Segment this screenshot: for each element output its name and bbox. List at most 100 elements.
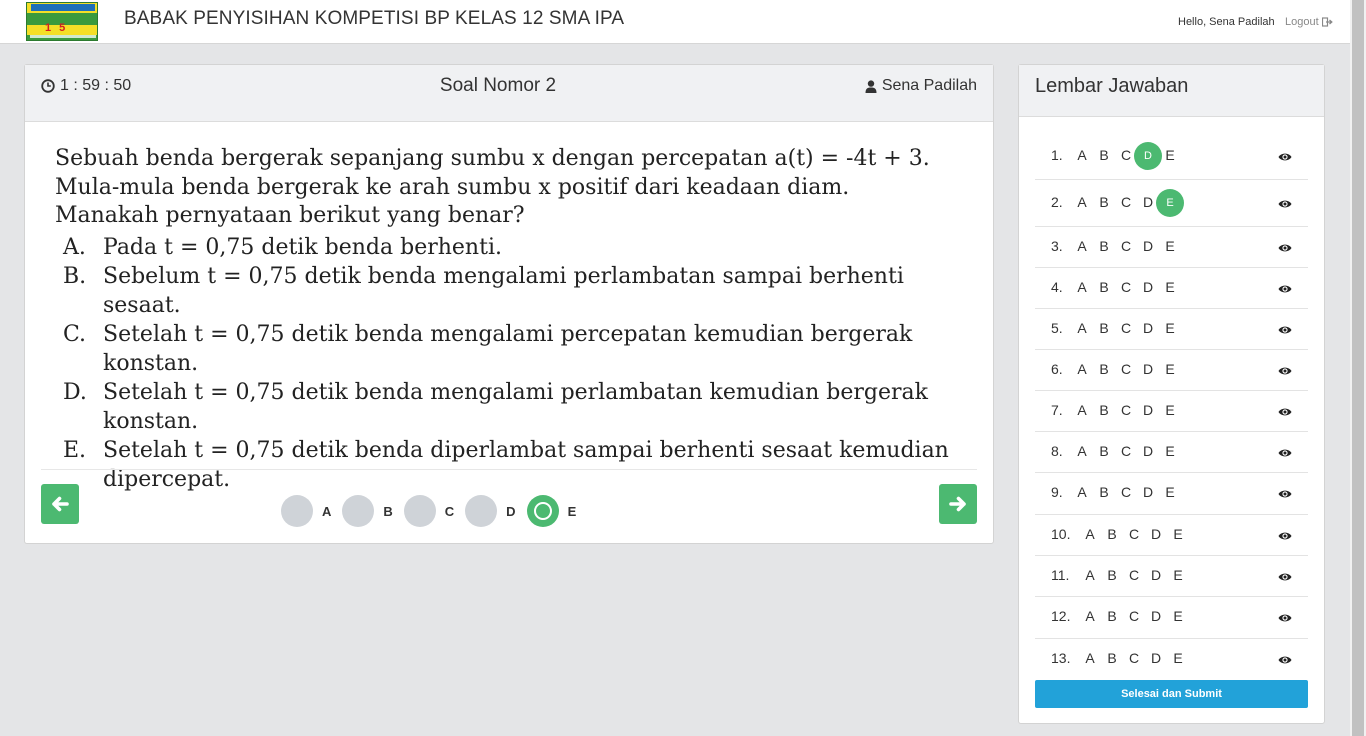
row-choice-b[interactable]: B bbox=[1095, 194, 1113, 210]
row-choice-a[interactable]: A bbox=[1073, 194, 1091, 210]
row-choice-a[interactable]: A bbox=[1081, 567, 1099, 583]
answer-sheet-row[interactable]: 4. A B C D E bbox=[1035, 268, 1308, 309]
row-choice-b[interactable]: B bbox=[1095, 279, 1113, 295]
row-choice-c[interactable]: C bbox=[1125, 650, 1143, 666]
radio-circle[interactable] bbox=[403, 495, 436, 527]
next-question-button[interactable] bbox=[939, 484, 977, 524]
row-choice-b[interactable]: B bbox=[1095, 484, 1113, 500]
row-choice-b[interactable]: B bbox=[1095, 361, 1113, 377]
row-choice-b[interactable]: B bbox=[1095, 147, 1113, 163]
row-choice-b[interactable]: B bbox=[1095, 238, 1113, 254]
row-choice-d[interactable]: D bbox=[1139, 484, 1157, 500]
row-choice-c[interactable]: C bbox=[1125, 608, 1143, 624]
row-choice-e[interactable]: E bbox=[1161, 147, 1179, 163]
eye-icon[interactable] bbox=[1278, 530, 1292, 542]
row-choice-d[interactable]: D bbox=[1139, 320, 1157, 336]
radio-circle[interactable] bbox=[281, 495, 313, 527]
row-choice-c[interactable]: C bbox=[1125, 567, 1143, 583]
row-choice-c[interactable]: C bbox=[1117, 443, 1135, 459]
answer-sheet-row[interactable]: 9. A B C D E bbox=[1035, 473, 1308, 515]
answer-sheet-row[interactable]: 1. A B C D E bbox=[1035, 133, 1308, 180]
eye-icon[interactable] bbox=[1278, 198, 1292, 210]
row-choice-e[interactable]: E bbox=[1161, 443, 1179, 459]
scrollbar-thumb[interactable] bbox=[1352, 0, 1364, 736]
row-choice-b[interactable]: B bbox=[1095, 443, 1113, 459]
row-choice-e[interactable]: E bbox=[1169, 650, 1187, 666]
row-choice-d[interactable]: D bbox=[1139, 443, 1157, 459]
answer-sheet-row[interactable]: 5. A B C D E bbox=[1035, 309, 1308, 350]
row-choice-e[interactable]: E bbox=[1161, 361, 1179, 377]
row-choice-a[interactable]: A bbox=[1073, 320, 1091, 336]
row-choice-d[interactable]: D bbox=[1139, 361, 1157, 377]
eye-icon[interactable] bbox=[1278, 447, 1292, 459]
row-choice-e[interactable]: E bbox=[1169, 608, 1187, 624]
row-choice-d[interactable]: D bbox=[1147, 608, 1165, 624]
answer-choice-e[interactable]: E bbox=[526, 495, 576, 527]
row-choice-b[interactable]: B bbox=[1103, 650, 1121, 666]
row-choice-a[interactable]: A bbox=[1073, 443, 1091, 459]
row-choice-b[interactable]: B bbox=[1103, 608, 1121, 624]
row-choice-c[interactable]: C bbox=[1117, 238, 1135, 254]
row-choice-e[interactable]: E bbox=[1161, 238, 1179, 254]
row-choice-c[interactable]: C bbox=[1117, 194, 1135, 210]
radio-circle[interactable] bbox=[465, 495, 498, 527]
answer-choice-b[interactable]: B bbox=[342, 495, 393, 527]
row-choice-d[interactable]: D bbox=[1134, 142, 1162, 170]
row-choice-d[interactable]: D bbox=[1147, 526, 1165, 542]
row-choice-a[interactable]: A bbox=[1073, 484, 1091, 500]
row-choice-e[interactable]: E bbox=[1161, 279, 1179, 295]
eye-icon[interactable] bbox=[1278, 242, 1292, 254]
row-choice-a[interactable]: A bbox=[1081, 526, 1099, 542]
row-choice-a[interactable]: A bbox=[1073, 147, 1091, 163]
row-choice-a[interactable]: A bbox=[1073, 279, 1091, 295]
logout-link[interactable]: Logout bbox=[1285, 16, 1333, 28]
submit-button[interactable]: Selesai dan Submit bbox=[1035, 680, 1308, 708]
eye-icon[interactable] bbox=[1278, 612, 1292, 624]
row-choice-c[interactable]: C bbox=[1125, 526, 1143, 542]
brand-logo[interactable]: 15 bbox=[26, 2, 98, 41]
eye-icon[interactable] bbox=[1278, 365, 1292, 377]
eye-icon[interactable] bbox=[1278, 654, 1292, 666]
answer-choice-a[interactable]: A bbox=[281, 495, 331, 527]
answer-sheet-row[interactable]: 7. A B C D E bbox=[1035, 391, 1308, 432]
eye-icon[interactable] bbox=[1278, 283, 1292, 295]
row-choice-d[interactable]: D bbox=[1147, 650, 1165, 666]
row-choice-a[interactable]: A bbox=[1081, 608, 1099, 624]
row-choice-b[interactable]: B bbox=[1095, 320, 1113, 336]
row-choice-c[interactable]: C bbox=[1117, 402, 1135, 418]
row-choice-e[interactable]: E bbox=[1169, 567, 1187, 583]
row-choice-b[interactable]: B bbox=[1095, 402, 1113, 418]
answer-sheet-row[interactable]: 10. A B C D E bbox=[1035, 515, 1308, 556]
eye-icon[interactable] bbox=[1278, 151, 1292, 163]
row-choice-c[interactable]: C bbox=[1117, 279, 1135, 295]
answer-choice-c[interactable]: C bbox=[403, 495, 454, 527]
answer-sheet-row[interactable]: 11. A B C D E bbox=[1035, 556, 1308, 597]
answer-sheet-row[interactable]: 2. A B C D E bbox=[1035, 180, 1308, 227]
row-choice-e[interactable]: E bbox=[1161, 320, 1179, 336]
row-choice-b[interactable]: B bbox=[1103, 526, 1121, 542]
row-choice-d[interactable]: D bbox=[1139, 402, 1157, 418]
answer-sheet-row[interactable]: 8. A B C D E bbox=[1035, 432, 1308, 473]
previous-question-button[interactable] bbox=[41, 484, 79, 524]
row-choice-c[interactable]: C bbox=[1117, 361, 1135, 377]
row-choice-a[interactable]: A bbox=[1073, 361, 1091, 377]
eye-icon[interactable] bbox=[1278, 488, 1292, 500]
row-choice-a[interactable]: A bbox=[1073, 402, 1091, 418]
eye-icon[interactable] bbox=[1278, 406, 1292, 418]
row-choice-e[interactable]: E bbox=[1156, 189, 1184, 217]
row-choice-c[interactable]: C bbox=[1117, 147, 1135, 163]
row-choice-a[interactable]: A bbox=[1073, 238, 1091, 254]
answer-sheet-row[interactable]: 13. A B C D E bbox=[1035, 639, 1308, 680]
row-choice-e[interactable]: E bbox=[1169, 526, 1187, 542]
answer-sheet-row[interactable]: 12. A B C D E bbox=[1035, 597, 1308, 639]
eye-icon[interactable] bbox=[1278, 571, 1292, 583]
answer-sheet-row[interactable]: 6. A B C D E bbox=[1035, 350, 1308, 391]
row-choice-e[interactable]: E bbox=[1161, 484, 1179, 500]
row-choice-d[interactable]: D bbox=[1147, 567, 1165, 583]
eye-icon[interactable] bbox=[1278, 324, 1292, 336]
radio-circle-selected[interactable] bbox=[526, 495, 559, 527]
row-choice-d[interactable]: D bbox=[1139, 238, 1157, 254]
row-choice-c[interactable]: C bbox=[1117, 320, 1135, 336]
row-choice-e[interactable]: E bbox=[1161, 402, 1179, 418]
row-choice-c[interactable]: C bbox=[1117, 484, 1135, 500]
